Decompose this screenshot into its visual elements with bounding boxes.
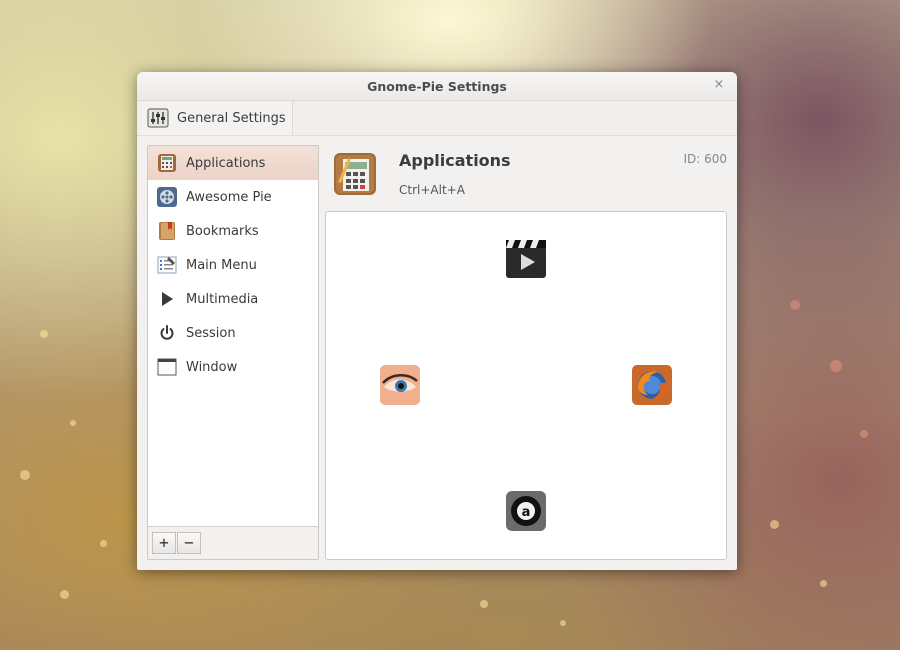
sidebar-item-label: Multimedia [186, 291, 259, 307]
settings-window: Gnome-Pie Settings × General Settings Ap… [137, 72, 737, 570]
sidebar-item-session[interactable]: Session [148, 316, 318, 350]
bokeh [480, 600, 488, 608]
svg-text:a: a [522, 505, 531, 520]
pie-icon-button[interactable] [333, 152, 377, 196]
amarok-icon: a [506, 491, 546, 531]
title-bar[interactable]: Gnome-Pie Settings × [137, 72, 737, 101]
general-settings-label: General Settings [177, 110, 286, 126]
pie-hotkey[interactable]: Ctrl+Alt+A [399, 183, 465, 197]
sidebar-item-label: Awesome Pie [186, 189, 272, 205]
bokeh [790, 300, 800, 310]
sidebar-item-label: Bookmarks [186, 223, 259, 239]
slice-amarok[interactable]: a [506, 491, 546, 531]
pie-list: Applications Awesome Pie Bookmarks Main … [147, 145, 319, 560]
toolbar: General Settings [137, 101, 737, 136]
firefox-icon [632, 365, 672, 405]
bokeh [100, 540, 107, 547]
video-player-icon [506, 240, 546, 278]
add-pie-button[interactable]: + [152, 532, 176, 554]
pie-preview[interactable]: a [325, 211, 727, 560]
pie-id-label: ID: 600 [683, 152, 727, 166]
window-icon [156, 356, 178, 378]
sliders-icon [147, 107, 169, 129]
bokeh [830, 360, 842, 372]
remove-pie-button[interactable]: − [177, 532, 201, 554]
bokeh [40, 330, 48, 338]
sidebar-item-label: Window [186, 359, 238, 375]
play-icon [156, 288, 178, 310]
slice-eye-viewer[interactable] [380, 365, 420, 405]
list-toolbar: + − [148, 526, 318, 559]
sidebar-item-awesome-pie[interactable]: Awesome Pie [148, 180, 318, 214]
sidebar-item-window[interactable]: Window [148, 350, 318, 384]
bokeh [860, 430, 868, 438]
bokeh [770, 520, 779, 529]
bokeh [560, 620, 566, 626]
sidebar-item-main-menu[interactable]: Main Menu [148, 248, 318, 282]
bookmark-book-icon [156, 220, 178, 242]
general-settings-button[interactable]: General Settings [141, 101, 293, 135]
bokeh [20, 470, 30, 480]
power-icon [156, 322, 178, 344]
main-menu-icon [156, 254, 178, 276]
bokeh [60, 590, 69, 599]
slice-firefox[interactable] [632, 365, 672, 405]
window-title: Gnome-Pie Settings [367, 79, 507, 94]
pie-name[interactable]: Applications [399, 151, 511, 170]
close-button[interactable]: × [711, 77, 727, 93]
slice-video-player[interactable] [506, 238, 546, 278]
sidebar-item-label: Session [186, 325, 236, 341]
sidebar-item-bookmarks[interactable]: Bookmarks [148, 214, 318, 248]
sidebar-item-label: Applications [186, 155, 266, 171]
calculator-icon [156, 152, 178, 174]
sidebar-item-applications[interactable]: Applications [148, 146, 318, 180]
eye-viewer-icon [380, 365, 420, 405]
sidebar-item-label: Main Menu [186, 257, 257, 273]
film-reel-icon [156, 186, 178, 208]
bokeh [70, 420, 76, 426]
bokeh [820, 580, 827, 587]
calculator-icon [334, 153, 376, 195]
sidebar-item-multimedia[interactable]: Multimedia [148, 282, 318, 316]
